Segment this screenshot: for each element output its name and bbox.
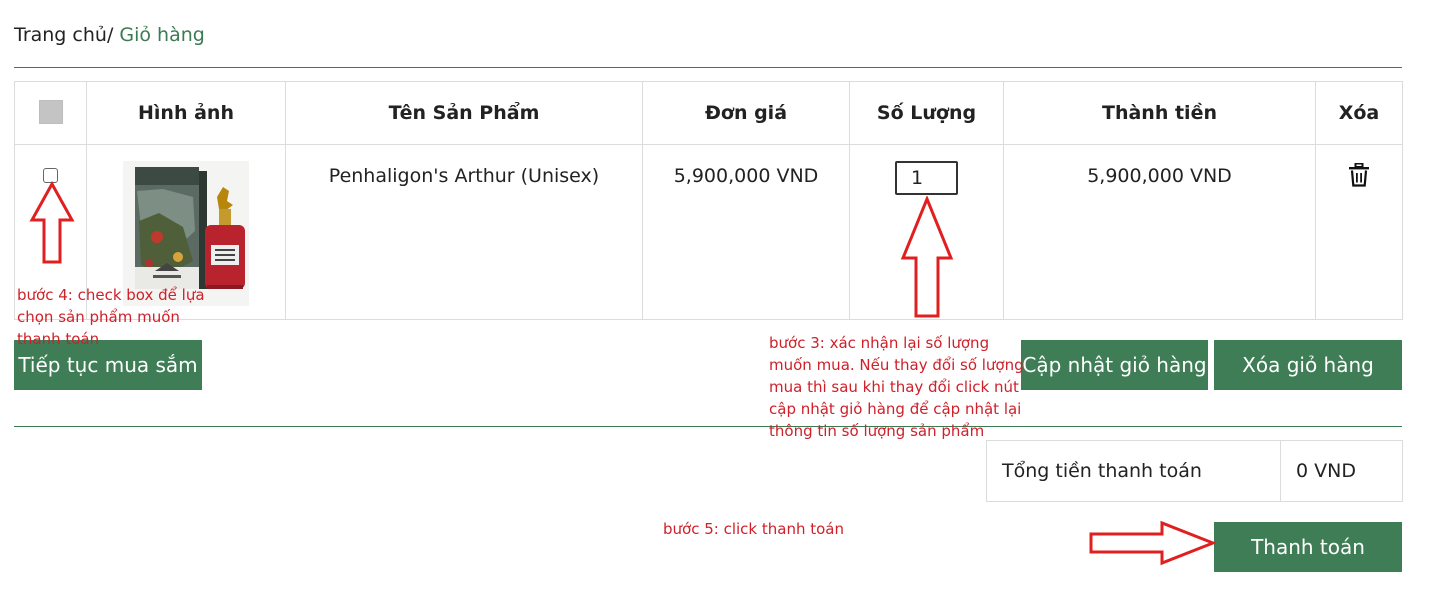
col-header-image: Hình ảnh bbox=[86, 81, 286, 145]
product-name[interactable]: Penhaligon's Arthur (Unisex) bbox=[329, 165, 599, 187]
cart-table: Hình ảnh Tên Sản Phẩm Đơn giá Số Lượng T… bbox=[14, 81, 1403, 320]
arrow-up-icon bbox=[29, 180, 75, 264]
top-divider bbox=[14, 67, 1402, 68]
col-header-delete: Xóa bbox=[1315, 81, 1403, 145]
col-header-quantity: Số Lượng bbox=[849, 81, 1004, 145]
product-total-cell: 5,900,000 VND bbox=[1003, 144, 1316, 320]
quantity-input[interactable] bbox=[895, 161, 958, 195]
bottom-divider bbox=[14, 426, 1402, 427]
checkout-button[interactable]: Thanh toán bbox=[1214, 522, 1402, 572]
product-name-cell: Penhaligon's Arthur (Unisex) bbox=[285, 144, 643, 320]
breadcrumb-home-link[interactable]: Trang chủ/ bbox=[14, 24, 113, 46]
annotation-step3: bước 3: xác nhận lại số lượng muốn mua. … bbox=[769, 334, 1024, 440]
annotation-step4: bước 4: check box để lựa chọn sản phẩm m… bbox=[17, 286, 205, 348]
breadcrumb: Trang chủ/ Giỏ hàng bbox=[14, 24, 205, 46]
delete-cell bbox=[1315, 144, 1403, 320]
trash-icon[interactable] bbox=[1348, 163, 1370, 187]
cart-header-row: Hình ảnh Tên Sản Phẩm Đơn giá Số Lượng T… bbox=[14, 81, 1403, 145]
col-header-total: Thành tiền bbox=[1003, 81, 1316, 145]
update-cart-button[interactable]: Cập nhật giỏ hàng bbox=[1021, 340, 1208, 390]
product-price: 5,900,000 VND bbox=[673, 165, 819, 187]
annotation-step5: bước 5: click thanh toán bbox=[663, 520, 844, 538]
order-summary: Tổng tiền thanh toán 0 VND bbox=[986, 440, 1403, 502]
col-header-name: Tên Sản Phẩm bbox=[285, 81, 643, 145]
arrow-right-icon bbox=[1089, 520, 1216, 566]
product-price-cell: 5,900,000 VND bbox=[642, 144, 850, 320]
summary-value: 0 VND bbox=[1280, 440, 1403, 502]
arrow-up-icon bbox=[900, 196, 954, 318]
table-row: Penhaligon's Arthur (Unisex) 5,900,000 V… bbox=[14, 144, 1403, 320]
select-all-cell[interactable] bbox=[14, 81, 87, 145]
summary-label: Tổng tiền thanh toán bbox=[986, 440, 1281, 502]
clear-cart-button[interactable]: Xóa giỏ hàng bbox=[1214, 340, 1402, 390]
product-total: 5,900,000 VND bbox=[1087, 165, 1232, 187]
col-header-price: Đơn giá bbox=[642, 81, 850, 145]
select-all-checkbox[interactable] bbox=[38, 99, 63, 124]
breadcrumb-current: Giỏ hàng bbox=[113, 24, 205, 46]
